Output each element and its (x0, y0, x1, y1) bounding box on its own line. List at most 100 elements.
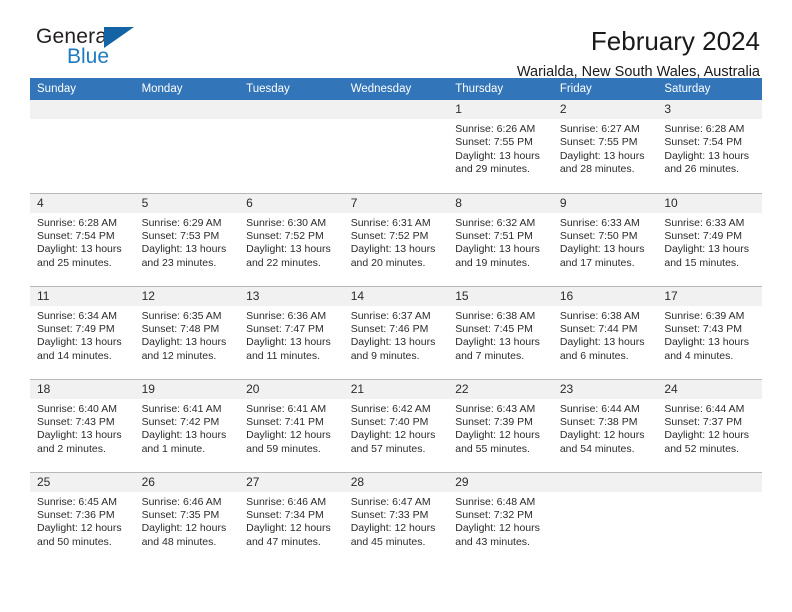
day-detail-sunset: Sunset: 7:35 PM (141, 508, 220, 521)
day-number: 18 (30, 379, 135, 399)
calendar-day-cell[interactable]: 7 Sunrise: 6:31 AM Sunset: 7:52 PM Daylight… (343, 192, 449, 286)
day-detail-daylight2: and 48 minutes. (141, 535, 217, 548)
day-detail-sunrise: Sunrise: 6:30 AM (246, 216, 327, 229)
day-detail-sunrise: Sunrise: 6:45 AM (37, 495, 117, 508)
day-detail-daylight2: and 28 minutes. (559, 163, 635, 176)
calendar-day-cell[interactable]: 13 Sunrise: 6:36 AM Sunset: 7:47 PM Dayligh… (239, 285, 344, 379)
day-detail-daylight1: Daylight: 12 hours (141, 522, 227, 535)
calendar-empty-cell (239, 100, 344, 193)
calendar-day-cell[interactable]: 22 Sunrise: 6:43 AM Sunset: 7:39 PM Dayligh… (448, 378, 553, 472)
day-details: Sunrise: 6:29 AM Sunset: 7:53 PM Daylight:… (135, 213, 240, 271)
day-detail-daylight1: Daylight: 12 hours (559, 429, 645, 442)
day-detail-daylight1: Daylight: 13 hours (664, 149, 750, 162)
day-number (657, 472, 762, 492)
day-detail-sunrise: Sunrise: 6:33 AM (559, 216, 640, 229)
day-detail-sunset: Sunset: 7:49 PM (37, 322, 115, 335)
day-detail-sunrise: Sunrise: 6:46 AM (246, 495, 327, 508)
day-number: 7 (343, 193, 449, 213)
calendar-page: General Blue February 2024 Warialda, New… (0, 0, 792, 612)
day-detail-daylight2: and 25 minutes. (37, 256, 112, 269)
calendar-day-cell[interactable]: 25 Sunrise: 6:45 AM Sunset: 7:36 PM Dayligh… (30, 471, 135, 565)
day-detail-sunrise: Sunrise: 6:27 AM (559, 123, 640, 135)
day-detail-daylight1: Daylight: 13 hours (246, 243, 331, 256)
day-detail-sunrise: Sunrise: 6:28 AM (37, 216, 117, 229)
day-detail-sunrise: Sunrise: 6:38 AM (455, 309, 536, 322)
day-number: 11 (30, 286, 135, 306)
calendar-day-cell[interactable]: 16 Sunrise: 6:38 AM Sunset: 7:44 PM Dayligh… (552, 285, 658, 379)
day-detail-daylight2: and 45 minutes. (350, 535, 426, 548)
calendar-day-cell[interactable]: 6 Sunrise: 6:30 AM Sunset: 7:52 PM Daylight… (239, 192, 344, 286)
day-details: Sunrise: 6:46 AM Sunset: 7:35 PM Daylight:… (135, 492, 240, 550)
calendar-day-cell[interactable]: 15 Sunrise: 6:38 AM Sunset: 7:45 PM Dayligh… (448, 285, 553, 379)
calendar-day-cell[interactable]: 4 Sunrise: 6:28 AM Sunset: 7:54 PM Daylight… (30, 192, 135, 286)
weekday-header-tuesday: Tuesday (239, 78, 344, 100)
calendar-day-cell[interactable]: 24 Sunrise: 6:44 AM Sunset: 7:37 PM Dayligh… (657, 378, 762, 472)
day-number: 27 (239, 472, 344, 492)
calendar-day-cell[interactable]: 21 Sunrise: 6:42 AM Sunset: 7:40 PM Dayligh… (343, 378, 449, 472)
calendar-day-cell[interactable]: 5 Sunrise: 6:29 AM Sunset: 7:53 PM Daylight… (134, 192, 240, 286)
calendar-day-cell[interactable]: 17 Sunrise: 6:39 AM Sunset: 7:43 PM Dayligh… (657, 285, 762, 379)
calendar-day-cell[interactable]: 11 Sunrise: 6:34 AM Sunset: 7:49 PM Dayligh… (30, 285, 135, 379)
calendar-day-cell[interactable]: 14 Sunrise: 6:37 AM Sunset: 7:46 PM Dayligh… (343, 285, 449, 379)
location-subtitle: Warialda, New South Wales, Australia (516, 64, 760, 80)
day-number (30, 100, 135, 119)
day-details: Sunrise: 6:32 AM Sunset: 7:51 PM Daylight:… (448, 213, 553, 271)
calendar-day-cell[interactable]: 9 Sunrise: 6:33 AM Sunset: 7:50 PM Daylight… (552, 192, 658, 286)
day-detail-sunrise: Sunrise: 6:41 AM (141, 402, 222, 415)
calendar-day-cell[interactable]: 8 Sunrise: 6:32 AM Sunset: 7:51 PM Daylight… (448, 192, 553, 286)
calendar-day-cell[interactable]: 29 Sunrise: 6:48 AM Sunset: 7:32 PM Dayligh… (448, 471, 553, 565)
day-number: 4 (30, 193, 135, 213)
day-detail-daylight2: and 19 minutes. (455, 256, 530, 269)
day-number: 8 (448, 193, 553, 213)
day-detail-sunrise: Sunrise: 6:28 AM (664, 123, 745, 135)
day-detail-sunrise: Sunrise: 6:29 AM (141, 216, 222, 229)
day-number: 13 (239, 286, 344, 306)
day-detail-sunrise: Sunrise: 6:39 AM (664, 309, 745, 322)
calendar-day-cell[interactable]: 27 Sunrise: 6:46 AM Sunset: 7:34 PM Dayligh… (239, 471, 344, 565)
day-detail-sunrise: Sunrise: 6:47 AM (350, 495, 431, 508)
calendar-week-row: 18 Sunrise: 6:40 AM Sunset: 7:43 PM Dayligh… (30, 378, 762, 472)
day-detail-daylight1: Daylight: 13 hours (455, 336, 540, 349)
day-details: Sunrise: 6:41 AM Sunset: 7:42 PM Daylight:… (135, 399, 240, 457)
day-details: Sunrise: 6:31 AM Sunset: 7:52 PM Daylight:… (344, 213, 449, 271)
day-details: Sunrise: 6:44 AM Sunset: 7:37 PM Daylight:… (657, 399, 762, 457)
day-detail-daylight2: and 7 minutes. (455, 349, 525, 362)
weekday-header-sunday: Sunday (30, 78, 135, 100)
day-detail-daylight1: Daylight: 13 hours (37, 336, 122, 349)
day-detail-sunset: Sunset: 7:54 PM (37, 229, 115, 242)
day-number (552, 472, 658, 492)
day-details: Sunrise: 6:34 AM Sunset: 7:49 PM Daylight:… (30, 306, 135, 364)
calendar-day-cell[interactable]: 12 Sunrise: 6:35 AM Sunset: 7:48 PM Dayligh… (134, 285, 240, 379)
calendar-day-cell[interactable]: 2 Sunrise: 6:27 AM Sunset: 7:55 PM Daylight… (552, 100, 658, 193)
day-detail-sunrise: Sunrise: 6:42 AM (350, 402, 431, 415)
day-number: 24 (657, 379, 762, 399)
calendar-day-cell[interactable]: 10 Sunrise: 6:33 AM Sunset: 7:49 PM Dayligh… (657, 192, 762, 286)
day-details: Sunrise: 6:26 AM Sunset: 7:55 PM Daylight:… (448, 119, 553, 177)
day-number: 22 (448, 379, 553, 399)
day-detail-daylight1: Daylight: 13 hours (455, 243, 540, 256)
day-detail-daylight1: Daylight: 13 hours (141, 336, 227, 349)
day-details: Sunrise: 6:45 AM Sunset: 7:36 PM Daylight:… (30, 492, 135, 550)
calendar-day-cell[interactable]: 28 Sunrise: 6:47 AM Sunset: 7:33 PM Dayligh… (343, 471, 449, 565)
day-details: Sunrise: 6:30 AM Sunset: 7:52 PM Daylight:… (239, 213, 344, 271)
calendar-day-cell[interactable]: 19 Sunrise: 6:41 AM Sunset: 7:42 PM Dayligh… (134, 378, 240, 472)
day-detail-daylight1: Daylight: 13 hours (350, 243, 436, 256)
calendar-week-row: 4 Sunrise: 6:28 AM Sunset: 7:54 PM Daylight… (30, 192, 762, 286)
day-number: 9 (552, 193, 658, 213)
day-detail-daylight2: and 59 minutes. (246, 442, 321, 455)
calendar-day-cell[interactable]: 23 Sunrise: 6:44 AM Sunset: 7:38 PM Dayligh… (552, 378, 658, 472)
day-detail-daylight1: Daylight: 13 hours (141, 429, 227, 442)
day-detail-sunrise: Sunrise: 6:26 AM (455, 123, 536, 135)
calendar-day-cell[interactable]: 3 Sunrise: 6:28 AM Sunset: 7:54 PM Daylight… (657, 100, 762, 193)
day-detail-daylight2: and 52 minutes. (664, 442, 740, 455)
calendar-day-cell[interactable]: 26 Sunrise: 6:46 AM Sunset: 7:35 PM Dayligh… (134, 471, 240, 565)
day-number: 10 (657, 193, 762, 213)
day-detail-sunrise: Sunrise: 6:33 AM (664, 216, 745, 229)
day-detail-sunset: Sunset: 7:52 PM (246, 229, 324, 242)
day-detail-sunset: Sunset: 7:52 PM (350, 229, 429, 242)
day-detail-daylight2: and 12 minutes. (141, 349, 217, 362)
calendar-day-cell[interactable]: 20 Sunrise: 6:41 AM Sunset: 7:41 PM Dayligh… (239, 378, 344, 472)
general-blue-logo[interactable]: General Blue (30, 26, 150, 74)
calendar-day-cell[interactable]: 1 Sunrise: 6:26 AM Sunset: 7:55 PM Daylight… (448, 100, 553, 193)
calendar-day-cell[interactable]: 18 Sunrise: 6:40 AM Sunset: 7:43 PM Dayligh… (30, 378, 135, 472)
